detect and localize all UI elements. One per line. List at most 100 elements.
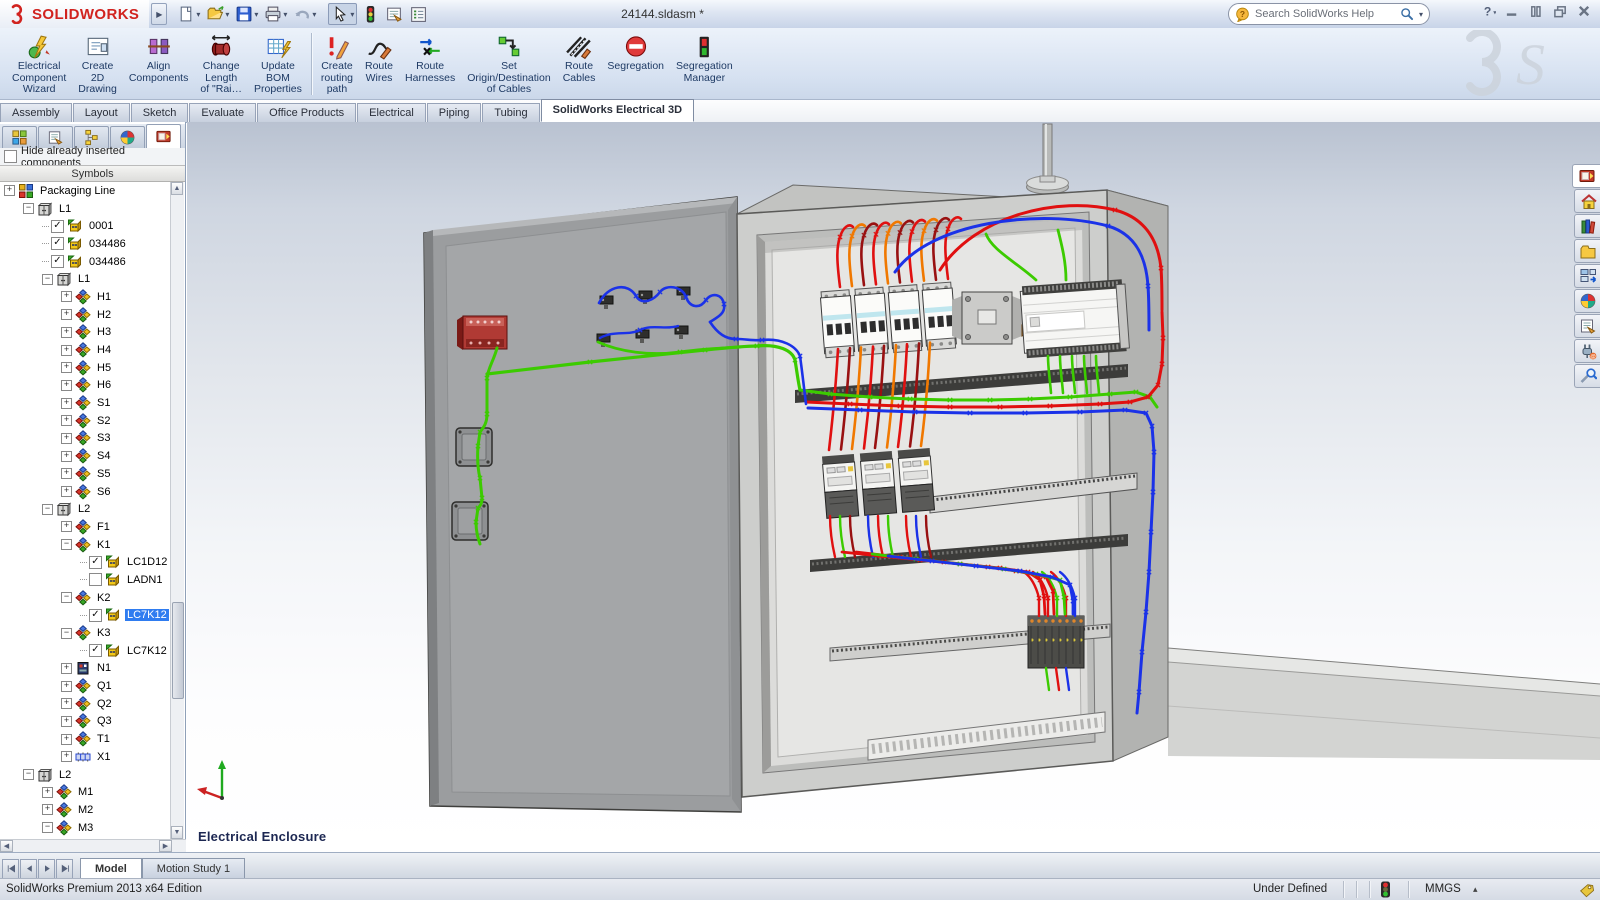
expand-icon[interactable]: + xyxy=(61,521,72,532)
tree-item-h4[interactable]: +H4 xyxy=(0,341,172,359)
tree-item-s6[interactable]: +S6 xyxy=(0,483,172,501)
create-2d-button[interactable]: Create 2D Drawing xyxy=(72,32,123,98)
tab-electrical[interactable]: Electrical xyxy=(357,103,426,122)
visibility-checkbox[interactable]: ✓ xyxy=(51,255,64,268)
search-input[interactable]: Search SolidWorks Help xyxy=(1255,8,1395,20)
minimize-window-button[interactable] xyxy=(1505,4,1520,19)
taskpane-appearances-scenes-button[interactable] xyxy=(1574,289,1600,313)
tree-item-k1[interactable]: −K1 xyxy=(0,536,172,554)
set-origin-button[interactable]: Set Origin/Destination of Cables xyxy=(461,32,556,98)
tree-item-h5[interactable]: +H5 xyxy=(0,359,172,377)
collapse-icon[interactable]: − xyxy=(61,592,72,603)
expand-icon[interactable]: + xyxy=(61,291,72,302)
taskpane-electrical-resources-button[interactable] xyxy=(1572,164,1600,188)
print-button[interactable]: ▾ xyxy=(262,4,289,24)
collapse-icon[interactable]: − xyxy=(23,203,34,214)
tree-item-s1[interactable]: +S1 xyxy=(0,394,172,412)
tree-item-h1[interactable]: +H1 xyxy=(0,288,172,306)
search-caret-icon[interactable]: ▾ xyxy=(1419,10,1423,19)
tree-item-l2[interactable]: −L2 xyxy=(0,766,172,784)
scroll-right-arrow[interactable]: ▶ xyxy=(159,840,172,852)
conveyor-line[interactable] xyxy=(1168,648,1600,760)
dropdown-caret-icon[interactable]: ▾ xyxy=(254,10,258,19)
scroll-thumb[interactable] xyxy=(172,602,184,699)
expand-icon[interactable]: + xyxy=(61,433,72,444)
expand-icon[interactable]: + xyxy=(61,698,72,709)
open-button[interactable]: ▾ xyxy=(204,4,231,24)
motor-contactors[interactable] xyxy=(822,448,935,518)
tree-item-q3[interactable]: +Q3 xyxy=(0,713,172,731)
close-window-button[interactable] xyxy=(1577,4,1592,19)
tree-item-lc1d12[interactable]: ✓LC1D12 xyxy=(0,553,172,571)
hide-inserted-checkbox[interactable] xyxy=(4,150,17,163)
tree-item-034486[interactable]: ✓034486 xyxy=(0,235,172,253)
expand-icon[interactable]: + xyxy=(61,451,72,462)
expand-icon[interactable]: + xyxy=(61,415,72,426)
traffic-light-button[interactable] xyxy=(359,4,381,24)
taskpane-design-library-button[interactable] xyxy=(1574,214,1600,238)
change-length-button[interactable]: Change Length of "Rai… xyxy=(194,32,248,98)
expand-icon[interactable]: + xyxy=(61,734,72,745)
tree-item-s4[interactable]: +S4 xyxy=(0,447,172,465)
tree-item-k2[interactable]: −K2 xyxy=(0,589,172,607)
collapse-icon[interactable]: − xyxy=(42,822,53,833)
collapse-icon[interactable]: − xyxy=(42,274,53,285)
tree-item-ladn1[interactable]: LADN1 xyxy=(0,571,172,589)
tab-tubing[interactable]: Tubing xyxy=(482,103,539,122)
tree-item-n1[interactable]: +N1 xyxy=(0,660,172,678)
units-selector[interactable]: MMGS xyxy=(1425,883,1461,895)
scroll-left-arrow[interactable]: ◀ xyxy=(0,840,13,852)
pause-window-button[interactable] xyxy=(1529,4,1544,19)
tree-item-0001[interactable]: ✓0001 xyxy=(0,217,172,235)
units-caret-icon[interactable]: ▴ xyxy=(1473,884,1478,895)
tree-item-q2[interactable]: +Q2 xyxy=(0,695,172,713)
tab-layout[interactable]: Layout xyxy=(73,103,130,122)
expand-icon[interactable]: + xyxy=(61,327,72,338)
align-button[interactable]: Align Components xyxy=(123,32,195,86)
last-tab-button[interactable] xyxy=(56,859,73,879)
taskpane-file-explorer-button[interactable] xyxy=(1574,239,1600,263)
hide-inserted-row[interactable]: Hide already inserted components xyxy=(0,148,185,165)
tree-item-l1[interactable]: −L1 xyxy=(0,200,172,218)
tab-assembly[interactable]: Assembly xyxy=(0,103,72,122)
terminal-block[interactable] xyxy=(1028,616,1084,668)
restore-window-button[interactable] xyxy=(1553,4,1568,19)
tree-item-l2[interactable]: −L2 xyxy=(0,500,172,518)
expand-icon[interactable]: + xyxy=(61,751,72,762)
options-list-button[interactable] xyxy=(407,4,429,24)
tab-piping[interactable]: Piping xyxy=(427,103,482,122)
tree-item-lc7k12[interactable]: ✓LC7K12 xyxy=(0,607,172,625)
tab-office-products[interactable]: Office Products xyxy=(257,103,356,122)
cabinet-pole[interactable] xyxy=(1027,124,1069,194)
expand-icon[interactable]: + xyxy=(42,787,53,798)
graphics-area[interactable]: Electrical Enclosure @ xyxy=(187,122,1600,852)
tree-horizontal-scrollbar[interactable]: ◀ ▶ xyxy=(0,839,186,853)
tree-item-h2[interactable]: +H2 xyxy=(0,306,172,324)
tree-item-f1[interactable]: +F1 xyxy=(0,518,172,536)
visibility-checkbox[interactable]: ✓ xyxy=(89,644,102,657)
tree-item-s5[interactable]: +S5 xyxy=(0,465,172,483)
tree-item-k3[interactable]: −K3 xyxy=(0,624,172,642)
visibility-checkbox[interactable]: ✓ xyxy=(51,237,64,250)
tab-evaluate[interactable]: Evaluate xyxy=(189,103,256,122)
help-window-button[interactable]: ?▾ xyxy=(1481,4,1496,19)
tree-item-m3[interactable]: −M3 xyxy=(0,819,172,837)
tab-motion-study-1[interactable]: Motion Study 1 xyxy=(142,858,245,879)
visibility-checkbox[interactable]: ✓ xyxy=(89,556,102,569)
undo-button[interactable]: ▾ xyxy=(291,4,318,24)
next-tab-button[interactable] xyxy=(38,859,55,879)
tree-item-s3[interactable]: +S3 xyxy=(0,430,172,448)
dropdown-caret-icon[interactable]: ▾ xyxy=(350,10,354,19)
tree-item-q1[interactable]: +Q1 xyxy=(0,677,172,695)
tab-solidworks-electrical-3d[interactable]: SolidWorks Electrical 3D xyxy=(541,99,694,122)
tab-sketch[interactable]: Sketch xyxy=(131,103,189,122)
dropdown-caret-icon[interactable]: ▾ xyxy=(196,10,200,19)
taskpane-view-palette-button[interactable] xyxy=(1574,264,1600,288)
scroll-up-arrow[interactable]: ▲ xyxy=(171,182,183,195)
visibility-checkbox[interactable] xyxy=(89,573,102,586)
visibility-checkbox[interactable]: ✓ xyxy=(51,220,64,233)
expand-icon[interactable]: + xyxy=(42,804,53,815)
tree-item-h6[interactable]: +H6 xyxy=(0,377,172,395)
dropdown-caret-icon[interactable]: ▾ xyxy=(225,10,229,19)
expand-icon[interactable]: + xyxy=(61,345,72,356)
